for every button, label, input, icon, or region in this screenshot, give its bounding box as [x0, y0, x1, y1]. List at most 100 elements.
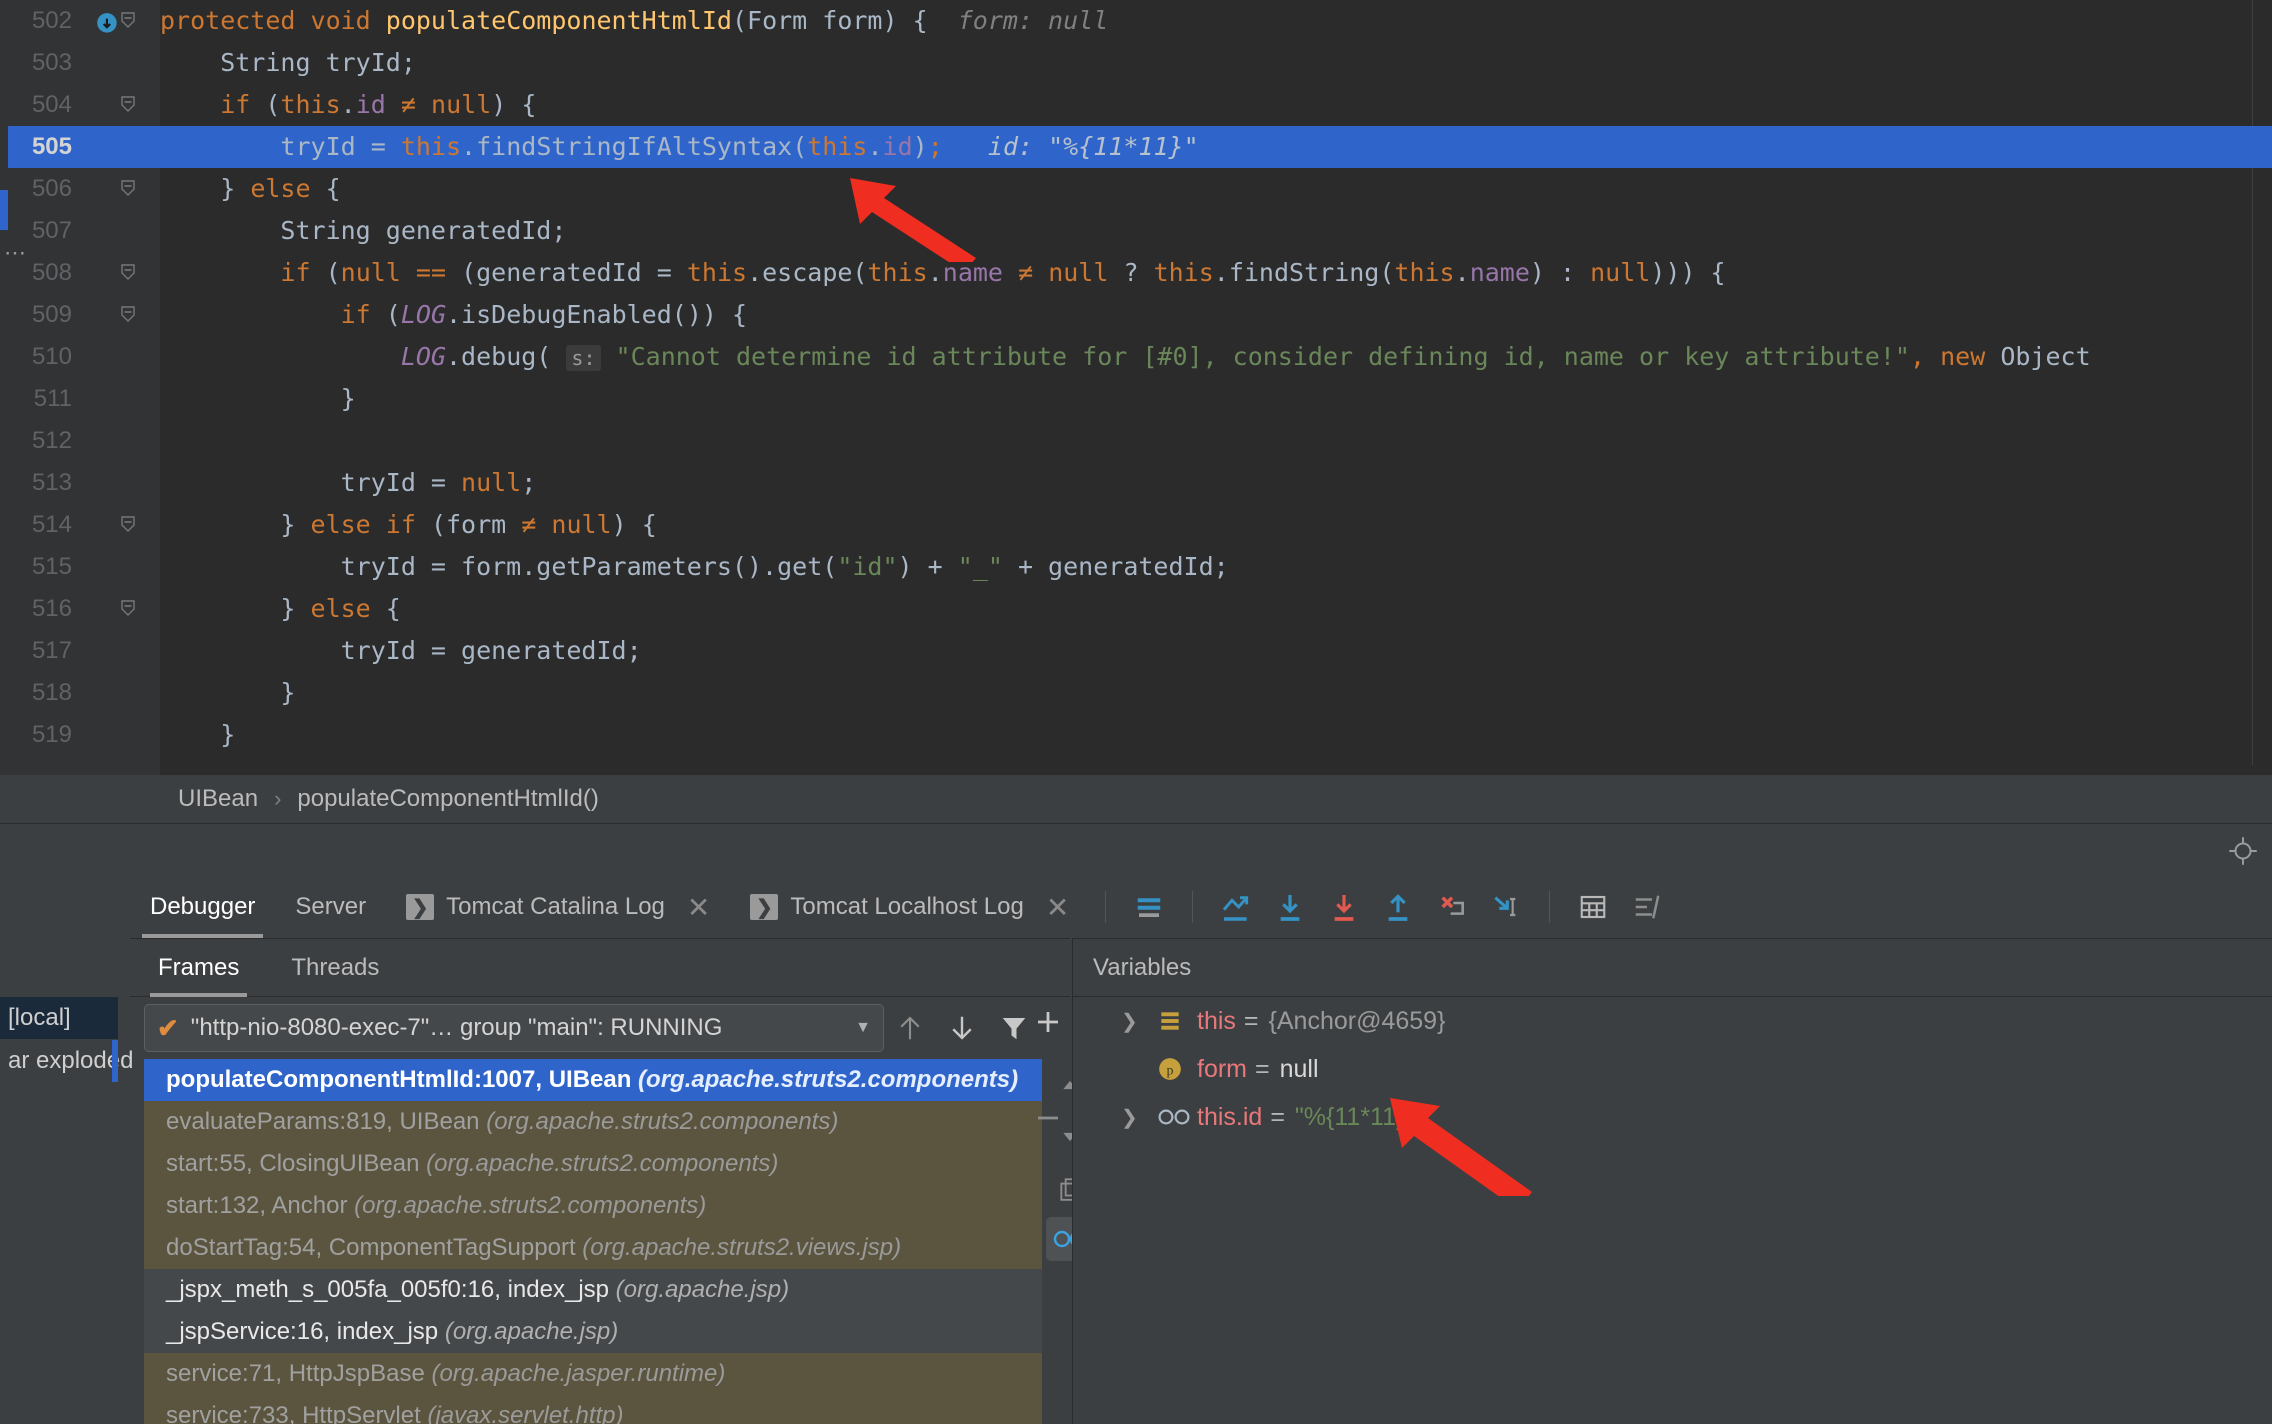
code-line[interactable]: 516 } else { — [0, 588, 2272, 630]
close-icon[interactable]: ✕ — [687, 891, 710, 924]
debug-tabs-bar[interactable]: Debugger Server ❯ Tomcat Catalina Log ✕ ❯ Tomc… — [130, 876, 2272, 938]
step-out-icon[interactable] — [1375, 884, 1421, 930]
frame-method: _jspService:16, index_jsp — [166, 1318, 445, 1345]
frame-method: doStartTag:54, ComponentTagSupport — [166, 1234, 583, 1261]
variables-list[interactable]: ❯this={Anchor@4659}❯pform=null❯this.id="… — [1073, 997, 2272, 1424]
line-number: 512 — [31, 427, 72, 454]
frame-row[interactable]: start:132, Anchor (org.apache.struts2.co… — [144, 1185, 1042, 1227]
code-line[interactable]: 502 protected void populateComponentHtmlI… — [0, 0, 2272, 42]
code-fold-toggle-icon[interactable] — [118, 168, 138, 210]
breadcrumb-class[interactable]: UIBean — [178, 785, 258, 813]
code-text: LOG.debug( s: "Cannot determine id attri… — [400, 342, 2091, 371]
chevron-right-icon[interactable]: ❯ — [1121, 1009, 1147, 1034]
toolbar-divider — [1549, 891, 1551, 923]
down-arrow-icon[interactable] — [936, 1004, 988, 1052]
code-editor[interactable]: 502 protected void populateComponentHtmlI… — [0, 0, 2272, 775]
thread-select-value: "http-nio-8080-exec-7"… group "main": RU… — [190, 1014, 723, 1041]
code-line[interactable]: 511 } — [0, 378, 2272, 420]
subtab-frames[interactable]: Frames — [150, 939, 248, 997]
code-line[interactable]: 505 tryId = this.findStringIfAltSyntax(t… — [0, 126, 2272, 168]
mute-breakpoints-icon[interactable] — [1126, 884, 1172, 930]
code-line[interactable]: 514 } else if (form ≠ null) { — [0, 504, 2272, 546]
frame-row[interactable]: _jspx_meth_s_005fa_005f0:16, index_jsp (… — [144, 1269, 1042, 1311]
tab-tomcat-catalina-log[interactable]: ❯ Tomcat Catalina Log ✕ — [386, 876, 730, 938]
force-step-into-icon[interactable] — [1429, 884, 1475, 930]
run-config-war-exploded-label[interactable]: ar exploded — [0, 1040, 133, 1082]
remove-watch-icon[interactable] — [1020, 1092, 1076, 1144]
variables-buttons[interactable] — [1020, 996, 1072, 1144]
debug-tool-window[interactable]: Debugger Server ❯ Tomcat Catalina Log ✕ ❯ Tomc… — [0, 876, 2272, 1424]
frame-row[interactable]: service:733, HttpServlet (javax.servlet.… — [144, 1395, 1042, 1424]
thread-select[interactable]: ✔ "http-nio-8080-exec-7"… group "main": … — [144, 1004, 884, 1052]
variable-equals: = — [1243, 1006, 1259, 1035]
run-config-local-label[interactable]: [local] — [0, 997, 118, 1039]
frame-row[interactable]: service:71, HttpJspBase (org.apache.jasp… — [144, 1353, 1042, 1395]
frame-package: (org.apache.jsp) — [615, 1276, 790, 1303]
line-number: 518 — [31, 679, 72, 706]
code-text: tryId = null; — [160, 468, 537, 497]
settings-lines-icon[interactable] — [1624, 884, 1670, 930]
code-text: protected void populateComponentHtmlId(F… — [160, 6, 1109, 35]
code-line[interactable]: 513 tryId = null; — [0, 462, 2272, 504]
add-watch-icon[interactable] — [1020, 996, 1076, 1048]
crosshair-target-icon[interactable] — [2228, 836, 2258, 866]
run-to-cursor-icon[interactable] — [1483, 884, 1529, 930]
code-line[interactable]: 512 — [0, 420, 2272, 462]
frames-list[interactable]: populateComponentHtmlId:1007, UIBean (or… — [144, 1059, 1042, 1424]
code-fold-toggle-icon[interactable] — [118, 0, 138, 42]
up-arrow-icon[interactable] — [884, 1004, 936, 1052]
show-execution-point-icon[interactable] — [1213, 884, 1259, 930]
tab-server[interactable]: Server — [275, 876, 386, 938]
step-over-icon[interactable] — [1267, 884, 1313, 930]
frame-row[interactable]: doStartTag:54, ComponentTagSupport (org.… — [144, 1227, 1042, 1269]
chevron-right-icon[interactable]: ❯ — [1121, 1105, 1147, 1130]
subtab-threads[interactable]: Threads — [283, 939, 387, 997]
code-line[interactable]: 518 } — [0, 672, 2272, 714]
code-line[interactable]: 517 tryId = generatedId; — [0, 630, 2272, 672]
frame-row[interactable]: start:55, ClosingUIBean (org.apache.stru… — [144, 1143, 1042, 1185]
breadcrumb-method[interactable]: populateComponentHtmlId() — [297, 785, 599, 813]
line-number: 509 — [31, 301, 72, 328]
code-line[interactable]: 510 LOG.debug( s: "Cannot determine id a… — [0, 336, 2272, 378]
step-into-icon[interactable] — [1321, 884, 1367, 930]
variables-header: Variables — [1073, 939, 2272, 997]
code-text: if (this.id ≠ null) { — [220, 90, 537, 119]
code-line[interactable]: 506 } else { — [0, 168, 2272, 210]
code-text: } else { — [160, 174, 341, 203]
tab-tomcat-localhost-log[interactable]: ❯ Tomcat Localhost Log ✕ — [730, 876, 1089, 938]
svg-text:p: p — [1166, 1062, 1173, 1078]
frame-row[interactable]: evaluateParams:819, UIBean (org.apache.s… — [144, 1101, 1042, 1143]
frame-row[interactable]: _jspService:16, index_jsp (org.apache.js… — [144, 1311, 1042, 1353]
code-fold-toggle-icon[interactable] — [118, 84, 138, 126]
variables-pane[interactable]: Variables ❯this={Anchor@4659}❯pform=null… — [1072, 938, 2272, 1424]
code-fold-toggle-icon[interactable] — [118, 294, 138, 336]
variable-equals: = — [1270, 1102, 1285, 1131]
evaluate-expression-icon[interactable] — [1570, 884, 1616, 930]
variable-row[interactable]: ❯ this.id = "%{11*11}" — [1073, 1093, 2272, 1141]
frame-package: (org.apache.struts2.components) — [354, 1192, 707, 1219]
code-lines[interactable]: 502 protected void populateComponentHtmlI… — [0, 0, 2272, 756]
variable-row[interactable]: ❯pform=null — [1073, 1045, 2272, 1093]
code-line[interactable]: 509 if (LOG.isDebugEnabled()) { — [0, 294, 2272, 336]
code-fold-toggle-icon[interactable] — [118, 504, 138, 546]
frame-row[interactable]: populateComponentHtmlId:1007, UIBean (or… — [144, 1059, 1042, 1101]
code-fold-toggle-icon[interactable] — [118, 588, 138, 630]
close-icon[interactable]: ✕ — [1046, 891, 1069, 924]
variable-row[interactable]: ❯ this = {Anchor@4659} — [1073, 997, 2272, 1045]
code-line[interactable]: 503 String tryId; — [0, 42, 2272, 84]
frame-method: _jspx_meth_s_005fa_005f0:16, index_jsp — [166, 1276, 616, 1303]
chevron-down-icon[interactable]: ▼ — [855, 1019, 871, 1037]
code-line[interactable]: 515 tryId = form.getParameters().get("id… — [0, 546, 2272, 588]
code-line[interactable]: 508 if (null == (generatedId = this.esca… — [0, 252, 2272, 294]
code-text: tryId = generatedId; — [160, 636, 642, 665]
frames-pane[interactable]: Frames Threads ✔ "http-nio-8080-exec-7"… … — [130, 938, 1094, 1424]
frames-subtabs[interactable]: Frames Threads — [130, 939, 1070, 997]
breadcrumb[interactable]: UIBean › populateComponentHtmlId() — [0, 775, 2272, 823]
tab-debugger[interactable]: Debugger — [130, 876, 275, 938]
line-number: 504 — [31, 91, 72, 118]
thread-selector-row[interactable]: ✔ "http-nio-8080-exec-7"… group "main": … — [130, 997, 1070, 1059]
code-fold-toggle-icon[interactable] — [118, 252, 138, 294]
code-line[interactable]: 504 if (this.id ≠ null) { — [0, 84, 2272, 126]
code-line[interactable]: 519 } — [0, 714, 2272, 756]
code-line[interactable]: 507 String generatedId; — [0, 210, 2272, 252]
